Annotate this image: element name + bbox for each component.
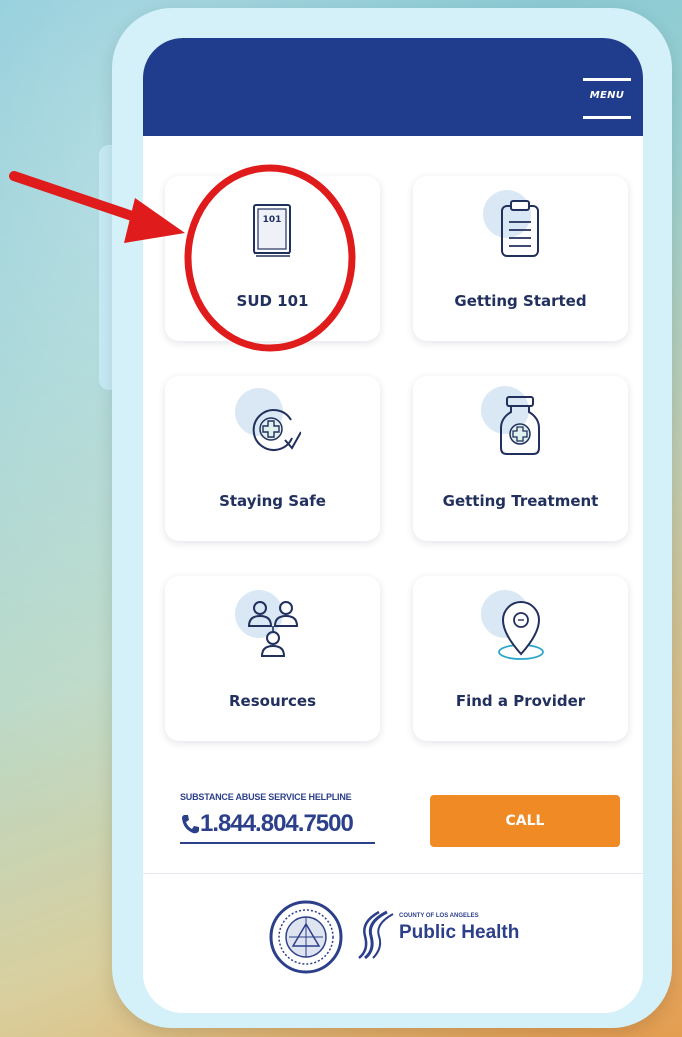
menu-button[interactable]: MENU — [583, 78, 631, 120]
public-health-logo: COUNTY OF LOS ANGELES Public Health — [357, 906, 537, 966]
tile-label: SUD 101 — [236, 292, 309, 310]
logo-county-text: COUNTY OF LOS ANGELES — [399, 913, 479, 919]
tile-label: Staying Safe — [219, 492, 326, 510]
tile-label: Find a Provider — [455, 692, 586, 710]
tile-resources[interactable]: Resources — [165, 576, 380, 741]
menu-label: MENU — [589, 90, 625, 101]
menu-line-top — [583, 78, 631, 81]
helpline-number: 1.844.804.7500 — [200, 810, 354, 837]
medical-cycle-icon — [245, 402, 302, 458]
book-text: 101 — [263, 215, 282, 225]
helpline-link[interactable]: SUBSTANCE ABUSE SERVICE HELPLINE 1.844.8… — [180, 792, 380, 852]
phone-icon — [180, 812, 200, 836]
app-header: MENU — [143, 38, 643, 136]
public-health-swirl-icon — [357, 908, 395, 960]
menu-line-bottom — [583, 116, 631, 119]
tile-sud-101[interactable]: 101 SUD 101 — [165, 176, 380, 341]
helpline-title: SUBSTANCE ABUSE SERVICE HELPLINE — [180, 792, 352, 802]
medicine-jar-icon — [497, 394, 543, 458]
tile-find-a-provider[interactable]: Find a Provider — [413, 576, 628, 741]
call-button[interactable]: CALL — [430, 795, 620, 847]
logo-public-health-text: Public Health — [399, 922, 520, 943]
tile-getting-treatment[interactable]: Getting Treatment — [413, 376, 628, 541]
tile-label: Resources — [228, 692, 317, 710]
tile-staying-safe[interactable]: Staying Safe — [165, 376, 380, 541]
county-seal-icon — [269, 900, 343, 974]
tile-getting-started[interactable]: Getting Started — [413, 176, 628, 341]
main-content: 101 SUD 101 Getting Started Staying Safe… — [143, 136, 643, 1013]
phone-screen: MENU 101 SUD 101 Getting Started Staying… — [143, 38, 643, 1013]
people-network-icon — [245, 598, 301, 660]
book-icon: 101 — [248, 202, 296, 260]
helpline-underline — [180, 842, 375, 844]
footer-divider — [143, 873, 643, 874]
tile-label: Getting Started — [454, 292, 587, 310]
location-pin-icon — [495, 598, 547, 662]
tile-label: Getting Treatment — [442, 492, 599, 510]
clipboard-icon — [497, 198, 543, 260]
